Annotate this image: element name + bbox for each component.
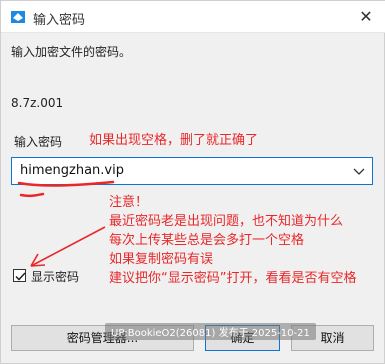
password-dialog: 输入密码 ✕ 输入加密文件的密码。 8.7z.001 输入密码 如果出现空格，删… (0, 0, 385, 364)
show-password-label: 显示密码 (31, 270, 80, 284)
checkbox-box[interactable] (13, 269, 26, 282)
password-input[interactable]: himengzhan.vip (20, 163, 124, 178)
annotation-line-5: 建议把你“显示密码”打开，看看是否有空格 (109, 271, 357, 286)
annotation-line-2: 最近密码老是出现问题，也不知道为什么 (109, 214, 344, 229)
annotation-arrow-line (30, 226, 106, 267)
arrow-head-icon (30, 253, 46, 267)
annotation-line-4: 如果复制密码有误 (109, 252, 214, 267)
title-bar: 输入密码 ✕ (1, 1, 385, 33)
archive-app-icon (9, 8, 27, 26)
checkmark-icon (15, 272, 26, 281)
annotation-line-3: 每次上传某些总是会多打一个空格 (109, 233, 305, 248)
annotation-space-note: 如果出现空格，删了就正确了 (89, 133, 259, 148)
password-label: 输入密码 (14, 135, 63, 149)
close-icon[interactable]: ✕ (356, 7, 376, 27)
window-title: 输入密码 (33, 13, 86, 28)
annotation-underline-tail (19, 192, 45, 198)
password-combobox[interactable]: himengzhan.vip (11, 157, 373, 185)
chevron-down-icon[interactable] (352, 162, 366, 180)
annotation-line-1: 注意！ (109, 195, 149, 210)
prompt-text: 输入加密文件的密码。 (11, 45, 132, 59)
archive-filename: 8.7z.001 (11, 96, 64, 110)
watermark: UP:BookieO2(26081) 发布于 2025-10-21 (105, 323, 316, 340)
